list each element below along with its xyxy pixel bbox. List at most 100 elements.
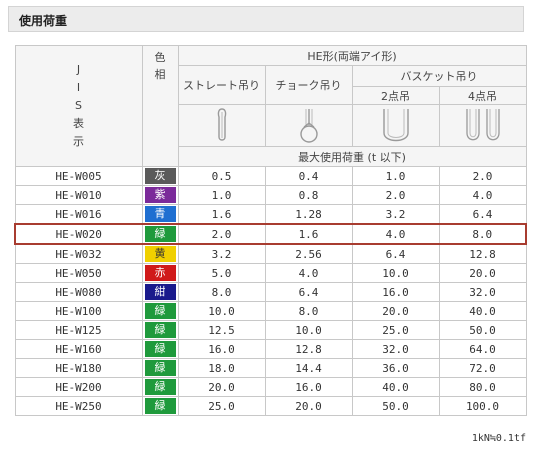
basket-2pt-load-cell: 1.0: [351, 166, 440, 186]
table-row: HE-W200 緑 20.0 16.0 40.0 80.0: [14, 377, 527, 397]
basket-4pt-load-cell: 72.0: [438, 358, 527, 378]
jis-char: J: [76, 63, 81, 76]
straight-load-cell: 1.6: [177, 204, 266, 225]
straight-load-cell: 16.0: [177, 339, 266, 359]
choke-load-cell: 1.6: [264, 223, 353, 245]
model-cell: HE-W180: [14, 358, 143, 378]
color-cell: 緑: [141, 320, 179, 340]
choke-load-cell: 12.8: [264, 339, 353, 359]
color-chip: 紫: [144, 187, 176, 203]
color-cell: 黄: [141, 243, 179, 264]
choke-load-cell: 2.56: [264, 243, 353, 264]
table-row: HE-W180 緑 18.0 14.4 36.0 72.0: [14, 358, 527, 378]
basket-two-point-icon: [382, 108, 409, 141]
model-cell: HE-W080: [14, 282, 143, 302]
table-row: HE-W080 紺 8.0 6.4 16.0 32.0: [14, 282, 527, 302]
color-chip: 黄: [144, 246, 176, 262]
straight-load-cell: 10.0: [177, 301, 266, 321]
model-cell: HE-W050: [14, 263, 143, 283]
basket-4pt-load-cell: 100.0: [438, 396, 527, 416]
choke-load-cell: 10.0: [264, 320, 353, 340]
model-cell: HE-W005: [14, 166, 143, 186]
basket-2pt-load-cell: 4.0: [351, 223, 440, 245]
basket-2pt-load-cell: 3.2: [351, 204, 440, 225]
choke-load-cell: 4.0: [264, 263, 353, 283]
basket-2pt-icon: [351, 104, 440, 147]
color-char: 相: [154, 68, 166, 81]
model-cell: HE-W125: [14, 320, 143, 340]
jis-char: 示: [73, 135, 84, 148]
choke-load-cell: 6.4: [264, 282, 353, 302]
basket-2pt-load-cell: 40.0: [351, 377, 440, 397]
model-cell: HE-W250: [14, 396, 143, 416]
section-title-bar: 使用荷重: [8, 6, 524, 32]
model-cell: HE-W032: [14, 243, 143, 264]
color-cell: 緑: [141, 223, 179, 245]
basket-4pt-load-cell: 40.0: [438, 301, 527, 321]
jis-char: 表: [73, 117, 84, 130]
color-cell: 紫: [141, 185, 179, 205]
color-chip: 緑: [144, 398, 176, 414]
choke-load-cell: 0.4: [264, 166, 353, 186]
color-chip: 緑: [144, 379, 176, 395]
straight-load-cell: 8.0: [177, 282, 266, 302]
straight-load-cell: 18.0: [177, 358, 266, 378]
table-row: HE-W005 灰 0.5 0.4 1.0 2.0: [14, 166, 527, 186]
color-cell: 青: [141, 204, 179, 225]
color-chip: 緑: [144, 303, 176, 319]
jis-header: J I S 表 示: [14, 45, 143, 167]
color-chip: 緑: [144, 341, 176, 357]
straight-load-cell: 20.0: [177, 377, 266, 397]
model-cell: HE-W100: [14, 301, 143, 321]
section-title: 使用荷重: [19, 14, 68, 28]
basket-4pt-load-cell: 4.0: [438, 185, 527, 205]
color-cell: 赤: [141, 263, 179, 283]
choke-load-cell: 14.4: [264, 358, 353, 378]
basket-2pt-load-cell: 25.0: [351, 320, 440, 340]
model-cell: HE-W200: [14, 377, 143, 397]
color-chip: 紺: [144, 284, 176, 300]
basket-4pt-load-cell: 6.4: [438, 204, 527, 225]
straight-load-cell: 0.5: [177, 166, 266, 186]
choke-header: チョーク吊り: [264, 65, 353, 105]
basket-2pt-load-cell: 50.0: [351, 396, 440, 416]
basket-2pt-load-cell: 20.0: [351, 301, 440, 321]
color-cell: 緑: [141, 301, 179, 321]
straight-load-cell: 12.5: [177, 320, 266, 340]
straight-hitch-icon: [177, 104, 266, 147]
model-cell: HE-W160: [14, 339, 143, 359]
table-row: HE-W016 青 1.6 1.28 3.2 6.4: [14, 204, 527, 225]
table-row: HE-W100 緑 10.0 8.0 20.0 40.0: [14, 301, 527, 321]
color-cell: 灰: [141, 166, 179, 186]
straight-load-cell: 1.0: [177, 185, 266, 205]
basket-2pt-load-cell: 16.0: [351, 282, 440, 302]
straight-load-cell: 2.0: [177, 223, 266, 245]
choke-hitch-icon: [264, 104, 353, 147]
max-load-header: 最大使用荷重 (t 以下): [177, 146, 527, 167]
color-chip: 赤: [144, 265, 176, 281]
color-cell: 緑: [141, 396, 179, 416]
color-cell: 緑: [141, 358, 179, 378]
color-chip: 青: [144, 206, 176, 222]
choke-load-cell: 20.0: [264, 396, 353, 416]
color-chip: 緑: [144, 226, 176, 242]
choke-load-cell: 1.28: [264, 204, 353, 225]
basket-4pt-load-cell: 8.0: [438, 223, 528, 245]
basket-4pt-load-cell: 12.8: [438, 243, 527, 264]
table-row: HE-W160 緑 16.0 12.8 32.0 64.0: [14, 339, 527, 359]
basket-2pt-load-cell: 2.0: [351, 185, 440, 205]
straight-load-cell: 25.0: [177, 396, 266, 416]
table-row: HE-W010 紫 1.0 0.8 2.0 4.0: [14, 185, 527, 205]
color-char: 色: [154, 51, 166, 64]
table-row: HE-W050 赤 5.0 4.0 10.0 20.0: [14, 263, 527, 283]
load-table: J I S 表 示 色 相 HE形(両端アイ形) ストレート吊り チョーク吊り …: [14, 45, 528, 416]
basket-4pt-load-cell: 64.0: [438, 339, 527, 359]
choke-load-cell: 8.0: [264, 301, 353, 321]
footnote: 1kN≒0.1tf: [471, 433, 526, 444]
straight-header: ストレート吊り: [177, 65, 266, 105]
straight-sling-icon: [217, 107, 226, 141]
color-chip: 緑: [144, 322, 176, 338]
basket-four-point-icon: [465, 108, 500, 140]
color-cell: 緑: [141, 377, 179, 397]
basket-2pt-load-cell: 32.0: [351, 339, 440, 359]
